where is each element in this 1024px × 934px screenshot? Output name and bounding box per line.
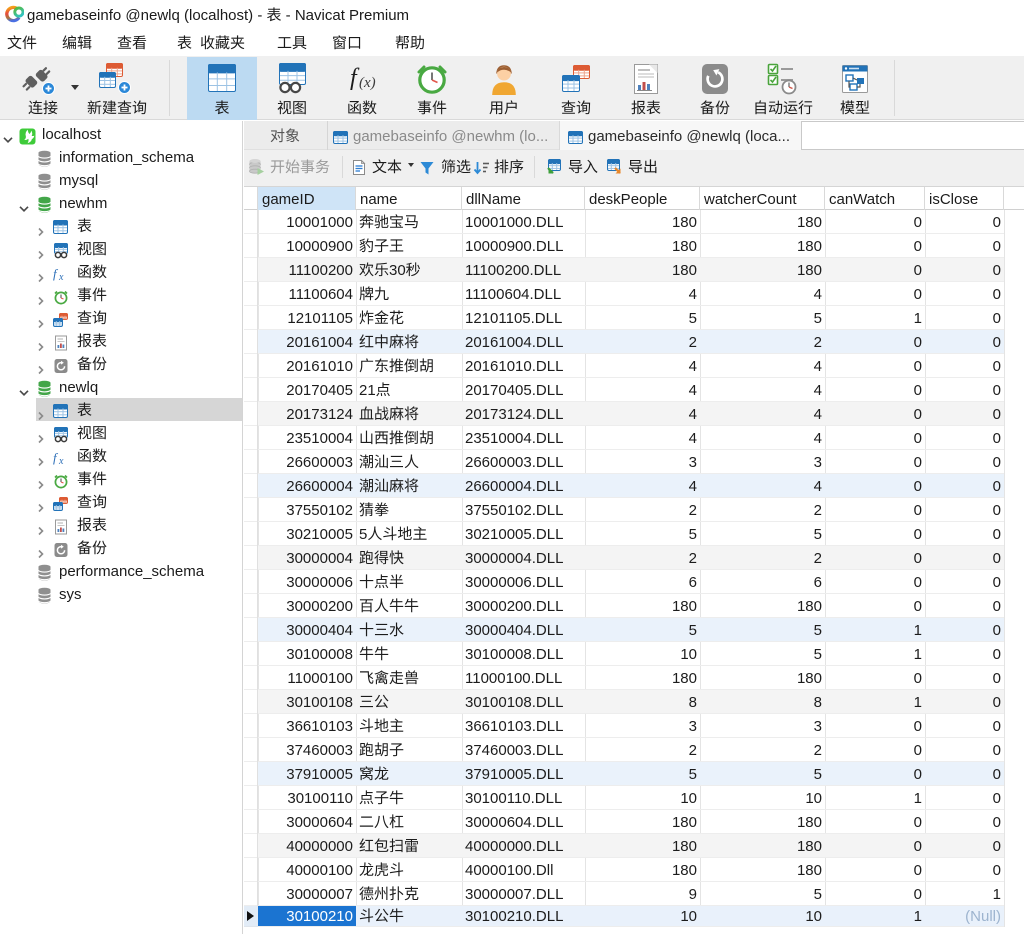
svg-text:(x): (x) [359, 75, 376, 91]
svg-text:x: x [58, 456, 64, 465]
svg-text:x: x [58, 272, 64, 281]
